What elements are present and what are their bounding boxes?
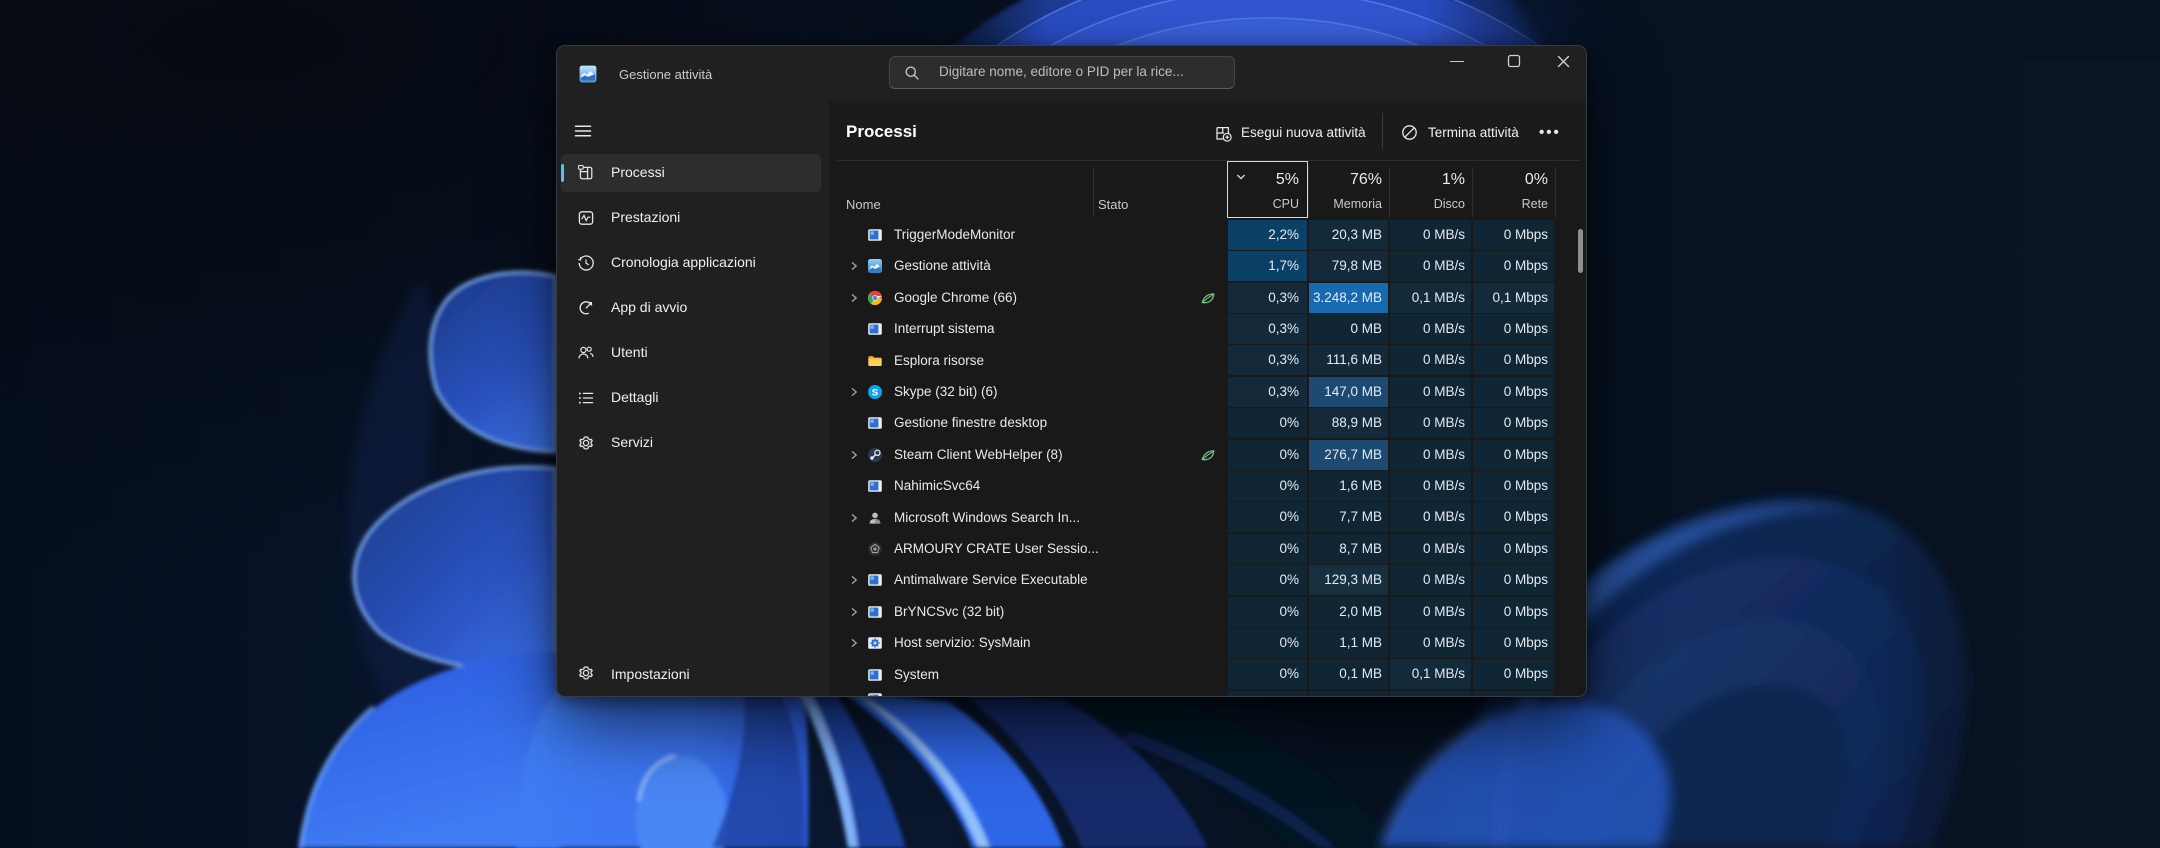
- svg-text:S: S: [872, 388, 879, 399]
